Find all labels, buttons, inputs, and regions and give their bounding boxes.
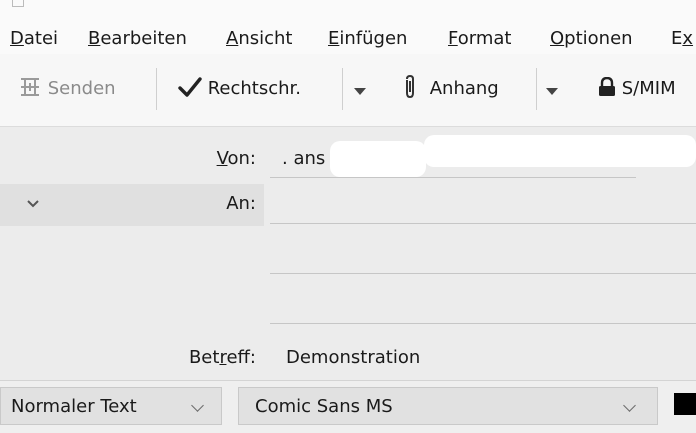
menu-bar: Datei Bearbeiten Ansicht Einfügen Format… [0, 22, 696, 54]
format-toolbar: Normaler Text Comic Sans MS [0, 380, 696, 433]
menu-bearbeiten[interactable]: Bearbeiten [88, 28, 187, 50]
recipient-type-selector[interactable]: An: [0, 184, 264, 226]
menu-optionen[interactable]: Optionen [550, 28, 633, 50]
spellcheck-dropdown-arrow-icon[interactable] [354, 88, 366, 95]
font-family-value: Comic Sans MS [255, 396, 393, 417]
paragraph-style-select[interactable]: Normaler Text [0, 387, 222, 425]
toolbar-separator [156, 68, 157, 110]
toolbar-separator [536, 68, 537, 110]
compose-toolbar: Senden Rechtschr. Anhang S/MIM [0, 54, 696, 127]
toolbar-separator [342, 68, 343, 110]
menu-format[interactable]: Format [448, 28, 511, 50]
from-redaction [424, 135, 696, 167]
chevron-down-icon [623, 399, 636, 412]
chevron-down-icon [191, 399, 204, 412]
send-label: Senden [47, 78, 116, 99]
text-color-button[interactable] [674, 393, 696, 415]
window-corner-glyph [12, 0, 24, 7]
menu-ansicht[interactable]: Ansicht [226, 28, 292, 50]
attach-button[interactable]: Anhang [402, 74, 499, 104]
paragraph-style-value: Normaler Text [11, 396, 137, 417]
smime-button[interactable]: S/MIM [598, 74, 676, 104]
checkmark-icon [178, 77, 202, 97]
spellcheck-button[interactable]: Rechtschr. [178, 74, 301, 104]
from-label: Von: [216, 148, 256, 169]
menu-einfuegen[interactable]: Einfügen [328, 28, 407, 50]
from-underline [270, 177, 636, 178]
to-field-extra[interactable] [270, 323, 696, 324]
menu-extras[interactable]: Ex [671, 28, 693, 50]
smime-label: S/MIM [621, 78, 676, 99]
attach-label: Anhang [429, 78, 499, 99]
subject-input[interactable]: Demonstration [286, 346, 420, 370]
subject-label: Betreff: [188, 347, 256, 368]
send-button[interactable]: Senden [18, 74, 116, 104]
window-top-strip [0, 0, 696, 22]
send-icon [21, 78, 39, 96]
compose-header: Von: . ans L An: Betreff: Demonstration [0, 127, 696, 380]
menu-datei[interactable]: Datei [10, 28, 58, 50]
from-redaction [330, 141, 426, 177]
paperclip-icon [406, 74, 414, 99]
to-field-extra[interactable] [270, 273, 696, 274]
spellcheck-label: Rechtschr. [207, 78, 302, 99]
lock-icon [599, 76, 615, 96]
to-label: An: [226, 193, 256, 214]
menu-label: atei [23, 28, 59, 49]
to-field[interactable] [270, 223, 696, 224]
attach-dropdown-arrow-icon[interactable] [546, 88, 558, 95]
chevron-down-icon [27, 200, 39, 208]
font-family-select[interactable]: Comic Sans MS [238, 387, 658, 425]
